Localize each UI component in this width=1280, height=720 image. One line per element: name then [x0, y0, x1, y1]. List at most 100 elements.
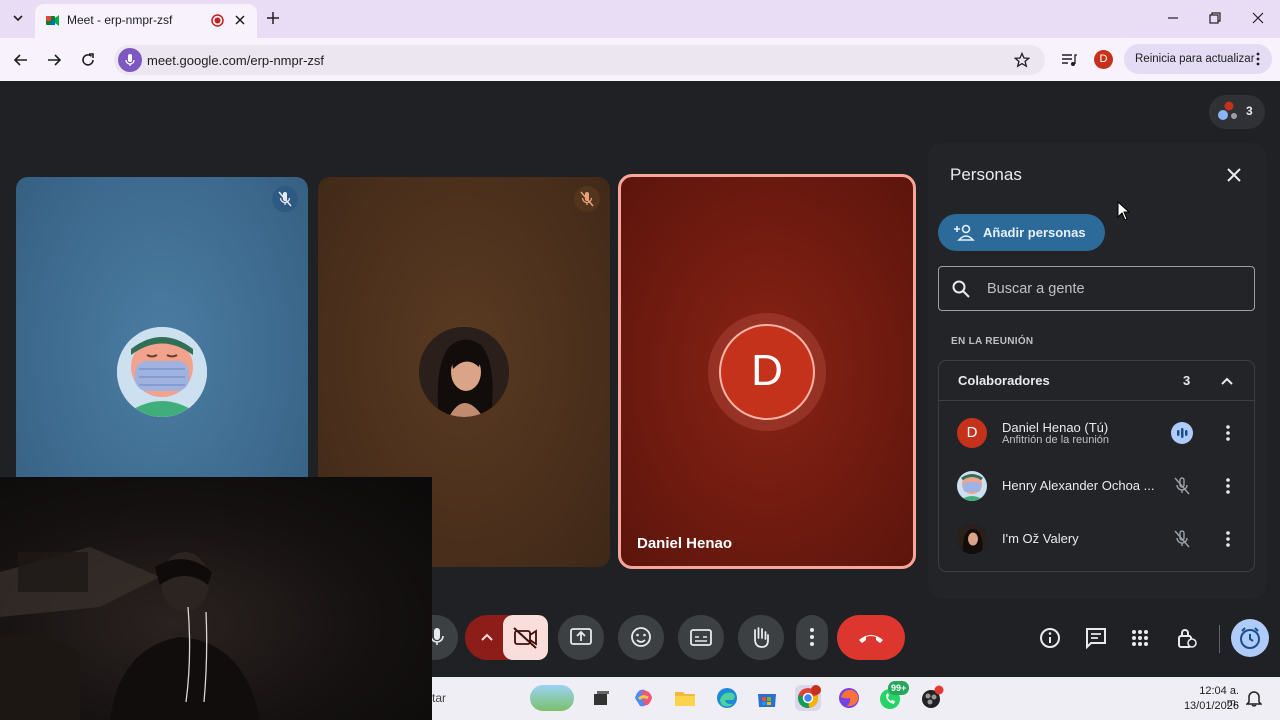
timer-button[interactable] — [1231, 619, 1269, 657]
more-options-icon[interactable] — [1219, 423, 1237, 443]
microsoft-store-icon[interactable] — [754, 685, 780, 711]
present-screen-button[interactable] — [558, 615, 604, 660]
window-close-button[interactable] — [1251, 11, 1265, 25]
back-button[interactable] — [12, 51, 30, 69]
url-text: meet.google.com/erp-nmpr-zsf — [147, 53, 325, 68]
arrow-right-icon — [48, 54, 62, 66]
captions-icon — [690, 629, 712, 646]
add-people-label: Añadir personas — [983, 225, 1086, 240]
person-name: I'm Ož Valery — [1002, 531, 1079, 546]
chevron-up-icon[interactable] — [1219, 373, 1235, 389]
more-options-icon[interactable] — [1219, 529, 1237, 549]
muted-badge — [272, 186, 298, 212]
browser-tab-bar: Meet - erp-nmpr-zsf — [0, 0, 1280, 38]
participants-pill[interactable]: 3 — [1209, 95, 1265, 129]
forward-button[interactable] — [45, 51, 63, 69]
person-add-icon — [953, 223, 975, 243]
add-people-button[interactable]: Añadir personas — [938, 214, 1105, 251]
person-row[interactable]: D Daniel Henao (Tú) Anfitrión de la reun… — [939, 407, 1254, 459]
person-name: Henry Alexander Ochoa ... — [1002, 478, 1155, 493]
mic-off-icon — [580, 191, 594, 207]
mic-off-icon — [1171, 528, 1193, 550]
notification-badge: 99+ — [888, 681, 910, 695]
restart-to-update-button[interactable]: Reinicia para actualizar — [1124, 44, 1272, 74]
people-search-input[interactable]: Buscar a gente — [938, 266, 1255, 311]
webcam-feed-image — [0, 547, 260, 720]
captions-button[interactable] — [678, 615, 724, 660]
new-tab-button[interactable] — [265, 10, 281, 26]
hang-up-icon — [859, 635, 883, 643]
reload-button[interactable] — [79, 51, 97, 69]
masked-person-avatar — [957, 471, 987, 501]
participant-name: Daniel Henao — [637, 535, 733, 552]
media-control-icon[interactable] — [1060, 51, 1078, 69]
profile-avatar[interactable]: D — [1094, 50, 1113, 69]
os-taskbar: tar 99+ 12:04 a. m. 13/01/2026 — [432, 677, 1280, 720]
person-row[interactable]: Henry Alexander Ochoa ... — [939, 460, 1254, 512]
copilot-icon[interactable] — [630, 685, 656, 711]
reload-icon — [82, 53, 94, 66]
restore-icon — [1209, 12, 1221, 24]
collaborators-group: Colaboradores 3 D Daniel Henao (Tú) Anfi… — [938, 360, 1255, 572]
mic-off-icon — [278, 191, 292, 207]
landscape-widget-icon[interactable] — [530, 685, 574, 711]
raise-hand-button[interactable] — [738, 615, 784, 660]
more-options-button[interactable] — [796, 615, 828, 660]
edge-browser-icon[interactable] — [714, 685, 740, 711]
speaking-indicator-icon — [1171, 422, 1193, 444]
reactions-button[interactable] — [618, 615, 664, 660]
file-explorer-icon[interactable] — [672, 685, 698, 711]
collaborators-header[interactable]: Colaboradores 3 — [939, 361, 1254, 401]
group-title: Colaboradores — [958, 373, 1050, 388]
firefox-icon[interactable] — [836, 685, 862, 711]
participant-avatars-icon — [1215, 100, 1241, 124]
chat-icon[interactable] — [1084, 626, 1108, 650]
masked-person-avatar — [117, 327, 207, 417]
leave-call-button[interactable] — [837, 615, 905, 660]
people-panel: Personas Añadir personas Buscar a gente … — [928, 143, 1266, 599]
search-placeholder: Buscar a gente — [987, 281, 1085, 297]
profile-photo-avatar — [419, 327, 509, 417]
more-vertical-icon — [1255, 52, 1261, 66]
muted-badge — [574, 186, 600, 212]
mic-off-icon — [1171, 475, 1193, 497]
site-mic-icon[interactable] — [118, 48, 142, 72]
meet-favicon-icon — [45, 13, 60, 28]
tab-close-icon[interactable] — [233, 13, 247, 27]
recording-icon — [211, 14, 224, 27]
person-row[interactable]: I'm Ož Valery — [939, 513, 1254, 565]
whatsapp-icon[interactable]: 99+ — [878, 681, 910, 711]
emoji-icon — [631, 627, 651, 647]
more-vertical-icon — [810, 628, 814, 646]
active-speaker-tile[interactable]: D Daniel Henao — [618, 174, 916, 569]
obs-recorder-icon[interactable] — [919, 685, 945, 711]
initial-avatar: D — [719, 323, 815, 420]
host-controls-lock-icon[interactable] — [1174, 626, 1198, 650]
notification-bell-icon[interactable] — [1245, 689, 1263, 707]
chevron-down-icon — [13, 15, 23, 22]
taskbar-date[interactable]: 13/01/2026 — [1169, 700, 1239, 712]
bookmark-star-icon[interactable] — [1013, 51, 1031, 68]
taskbar-search-text[interactable]: tar — [432, 691, 446, 705]
panel-close-button[interactable] — [1222, 163, 1246, 187]
section-label: EN LA REUNIÓN — [951, 336, 1034, 347]
tab-search-button[interactable] — [8, 8, 28, 28]
plus-icon — [267, 12, 279, 24]
person-name: Daniel Henao (Tú) — [1002, 420, 1109, 435]
profile-photo-avatar — [957, 524, 987, 554]
chrome-icon[interactable] — [795, 685, 821, 711]
hand-icon — [754, 627, 769, 648]
active-tab[interactable]: Meet - erp-nmpr-zsf — [35, 4, 257, 38]
arrow-left-icon — [13, 54, 27, 66]
meeting-details-icon[interactable] — [1038, 626, 1062, 650]
address-bar[interactable]: meet.google.com/erp-nmpr-zsf — [114, 45, 1045, 75]
camera-off-icon — [513, 627, 537, 649]
close-icon — [1227, 168, 1241, 182]
more-options-icon[interactable] — [1219, 476, 1237, 496]
minimize-button[interactable] — [1166, 11, 1180, 25]
task-view-icon[interactable] — [588, 685, 614, 711]
restore-button[interactable] — [1208, 11, 1222, 25]
camera-toggle-button[interactable] — [503, 615, 548, 660]
activities-grid-icon[interactable] — [1128, 626, 1152, 650]
webcam-overlay — [0, 477, 432, 720]
